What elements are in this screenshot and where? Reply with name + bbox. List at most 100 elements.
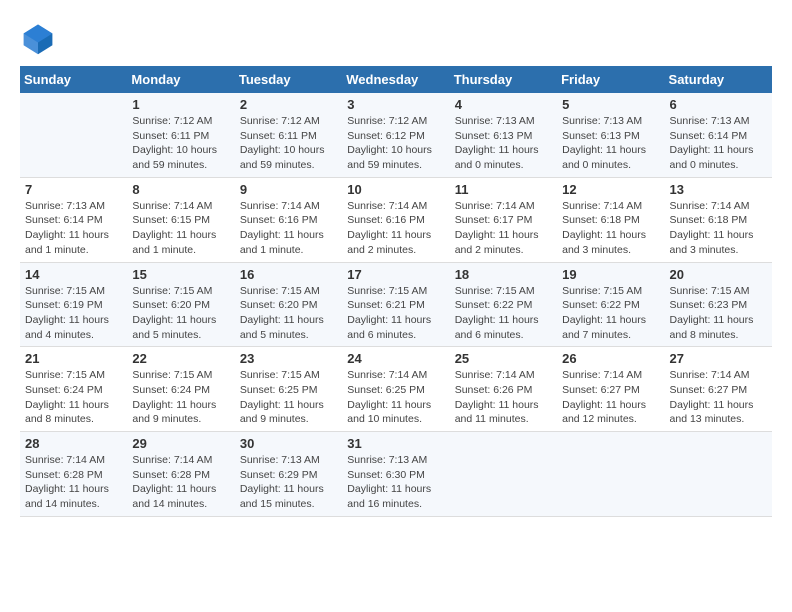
calendar-cell: 22 Sunrise: 7:15 AM Sunset: 6:24 PM Dayli… — [127, 347, 234, 432]
day-number: 17 — [347, 267, 444, 282]
calendar-cell: 10 Sunrise: 7:14 AM Sunset: 6:16 PM Dayli… — [342, 177, 449, 262]
calendar-cell: 1 Sunrise: 7:12 AM Sunset: 6:11 PM Daylig… — [127, 93, 234, 177]
day-number: 20 — [670, 267, 767, 282]
day-number: 27 — [670, 351, 767, 366]
day-info: Sunrise: 7:13 AM Sunset: 6:14 PM Dayligh… — [670, 114, 767, 173]
day-number: 10 — [347, 182, 444, 197]
calendar-cell: 30 Sunrise: 7:13 AM Sunset: 6:29 PM Dayli… — [235, 432, 342, 517]
day-number: 21 — [25, 351, 122, 366]
day-number: 22 — [132, 351, 229, 366]
calendar-week-row: 1 Sunrise: 7:12 AM Sunset: 6:11 PM Daylig… — [20, 93, 772, 177]
calendar-cell: 2 Sunrise: 7:12 AM Sunset: 6:11 PM Daylig… — [235, 93, 342, 177]
calendar-body: 1 Sunrise: 7:12 AM Sunset: 6:11 PM Daylig… — [20, 93, 772, 516]
day-info: Sunrise: 7:15 AM Sunset: 6:25 PM Dayligh… — [240, 368, 337, 427]
calendar-cell: 19 Sunrise: 7:15 AM Sunset: 6:22 PM Dayli… — [557, 262, 664, 347]
day-of-week-header: Wednesday — [342, 66, 449, 93]
calendar-cell: 28 Sunrise: 7:14 AM Sunset: 6:28 PM Dayli… — [20, 432, 127, 517]
day-number: 16 — [240, 267, 337, 282]
calendar-cell: 26 Sunrise: 7:14 AM Sunset: 6:27 PM Dayli… — [557, 347, 664, 432]
day-number: 19 — [562, 267, 659, 282]
day-number: 5 — [562, 97, 659, 112]
day-info: Sunrise: 7:14 AM Sunset: 6:16 PM Dayligh… — [347, 199, 444, 258]
day-info: Sunrise: 7:14 AM Sunset: 6:28 PM Dayligh… — [132, 453, 229, 512]
day-number: 11 — [455, 182, 552, 197]
day-info: Sunrise: 7:15 AM Sunset: 6:24 PM Dayligh… — [25, 368, 122, 427]
day-of-week-header: Friday — [557, 66, 664, 93]
day-info: Sunrise: 7:12 AM Sunset: 6:11 PM Dayligh… — [240, 114, 337, 173]
calendar-cell: 4 Sunrise: 7:13 AM Sunset: 6:13 PM Daylig… — [450, 93, 557, 177]
calendar-week-row: 28 Sunrise: 7:14 AM Sunset: 6:28 PM Dayli… — [20, 432, 772, 517]
calendar-cell: 16 Sunrise: 7:15 AM Sunset: 6:20 PM Dayli… — [235, 262, 342, 347]
day-info: Sunrise: 7:15 AM Sunset: 6:20 PM Dayligh… — [132, 284, 229, 343]
day-info: Sunrise: 7:14 AM Sunset: 6:27 PM Dayligh… — [562, 368, 659, 427]
day-info: Sunrise: 7:13 AM Sunset: 6:29 PM Dayligh… — [240, 453, 337, 512]
day-info: Sunrise: 7:14 AM Sunset: 6:18 PM Dayligh… — [562, 199, 659, 258]
calendar-cell: 25Sunrise: 7:14 AM Sunset: 6:26 PM Dayli… — [450, 347, 557, 432]
day-of-week-header: Tuesday — [235, 66, 342, 93]
day-number: 14 — [25, 267, 122, 282]
day-info: Sunrise: 7:15 AM Sunset: 6:22 PM Dayligh… — [562, 284, 659, 343]
day-number: 8 — [132, 182, 229, 197]
day-info: Sunrise: 7:14 AM Sunset: 6:16 PM Dayligh… — [240, 199, 337, 258]
calendar-cell: 18 Sunrise: 7:15 AM Sunset: 6:22 PM Dayli… — [450, 262, 557, 347]
calendar-cell — [450, 432, 557, 517]
calendar-cell: 20 Sunrise: 7:15 AM Sunset: 6:23 PM Dayli… — [665, 262, 772, 347]
day-number: 31 — [347, 436, 444, 451]
day-of-week-header: Saturday — [665, 66, 772, 93]
day-info: Sunrise: 7:14 AM Sunset: 6:18 PM Dayligh… — [670, 199, 767, 258]
day-info: Sunrise: 7:13 AM Sunset: 6:13 PM Dayligh… — [455, 114, 552, 173]
calendar-cell — [20, 93, 127, 177]
calendar-cell — [665, 432, 772, 517]
day-info: Sunrise: 7:15 AM Sunset: 6:21 PM Dayligh… — [347, 284, 444, 343]
calendar-cell: 12Sunrise: 7:14 AM Sunset: 6:18 PM Dayli… — [557, 177, 664, 262]
logo-icon — [20, 20, 56, 56]
calendar-cell: 11 Sunrise: 7:14 AM Sunset: 6:17 PM Dayli… — [450, 177, 557, 262]
day-info: Sunrise: 7:12 AM Sunset: 6:11 PM Dayligh… — [132, 114, 229, 173]
calendar-cell: 5 Sunrise: 7:13 AM Sunset: 6:13 PM Daylig… — [557, 93, 664, 177]
day-number: 6 — [670, 97, 767, 112]
calendar-cell: 8Sunrise: 7:14 AM Sunset: 6:15 PM Daylig… — [127, 177, 234, 262]
day-info: Sunrise: 7:15 AM Sunset: 6:22 PM Dayligh… — [455, 284, 552, 343]
calendar-cell: 15Sunrise: 7:15 AM Sunset: 6:20 PM Dayli… — [127, 262, 234, 347]
logo — [20, 20, 62, 56]
calendar-cell: 24Sunrise: 7:14 AM Sunset: 6:25 PM Dayli… — [342, 347, 449, 432]
calendar-header: SundayMondayTuesdayWednesdayThursdayFrid… — [20, 66, 772, 93]
day-info: Sunrise: 7:14 AM Sunset: 6:17 PM Dayligh… — [455, 199, 552, 258]
day-number: 4 — [455, 97, 552, 112]
calendar-cell: 9 Sunrise: 7:14 AM Sunset: 6:16 PM Daylig… — [235, 177, 342, 262]
page-header — [20, 20, 772, 56]
calendar-cell: 7Sunrise: 7:13 AM Sunset: 6:14 PM Daylig… — [20, 177, 127, 262]
day-number: 25 — [455, 351, 552, 366]
day-info: Sunrise: 7:15 AM Sunset: 6:20 PM Dayligh… — [240, 284, 337, 343]
day-number: 3 — [347, 97, 444, 112]
calendar-cell: 13 Sunrise: 7:14 AM Sunset: 6:18 PM Dayli… — [665, 177, 772, 262]
day-number: 13 — [670, 182, 767, 197]
calendar-cell: 27Sunrise: 7:14 AM Sunset: 6:27 PM Dayli… — [665, 347, 772, 432]
day-number: 30 — [240, 436, 337, 451]
day-info: Sunrise: 7:13 AM Sunset: 6:30 PM Dayligh… — [347, 453, 444, 512]
day-number: 28 — [25, 436, 122, 451]
calendar-week-row: 21 Sunrise: 7:15 AM Sunset: 6:24 PM Dayli… — [20, 347, 772, 432]
day-number: 23 — [240, 351, 337, 366]
day-info: Sunrise: 7:15 AM Sunset: 6:23 PM Dayligh… — [670, 284, 767, 343]
day-of-week-header: Thursday — [450, 66, 557, 93]
day-info: Sunrise: 7:14 AM Sunset: 6:28 PM Dayligh… — [25, 453, 122, 512]
calendar-cell: 21 Sunrise: 7:15 AM Sunset: 6:24 PM Dayli… — [20, 347, 127, 432]
day-of-week-header: Sunday — [20, 66, 127, 93]
calendar-table: SundayMondayTuesdayWednesdayThursdayFrid… — [20, 66, 772, 517]
day-number: 9 — [240, 182, 337, 197]
day-number: 1 — [132, 97, 229, 112]
day-number: 24 — [347, 351, 444, 366]
calendar-week-row: 7Sunrise: 7:13 AM Sunset: 6:14 PM Daylig… — [20, 177, 772, 262]
day-info: Sunrise: 7:15 AM Sunset: 6:24 PM Dayligh… — [132, 368, 229, 427]
day-number: 18 — [455, 267, 552, 282]
day-info: Sunrise: 7:13 AM Sunset: 6:14 PM Dayligh… — [25, 199, 122, 258]
day-info: Sunrise: 7:13 AM Sunset: 6:13 PM Dayligh… — [562, 114, 659, 173]
calendar-cell: 23 Sunrise: 7:15 AM Sunset: 6:25 PM Dayli… — [235, 347, 342, 432]
calendar-cell: 29Sunrise: 7:14 AM Sunset: 6:28 PM Dayli… — [127, 432, 234, 517]
day-number: 2 — [240, 97, 337, 112]
days-of-week-row: SundayMondayTuesdayWednesdayThursdayFrid… — [20, 66, 772, 93]
calendar-cell: 3Sunrise: 7:12 AM Sunset: 6:12 PM Daylig… — [342, 93, 449, 177]
day-number: 26 — [562, 351, 659, 366]
calendar-cell: 17 Sunrise: 7:15 AM Sunset: 6:21 PM Dayli… — [342, 262, 449, 347]
